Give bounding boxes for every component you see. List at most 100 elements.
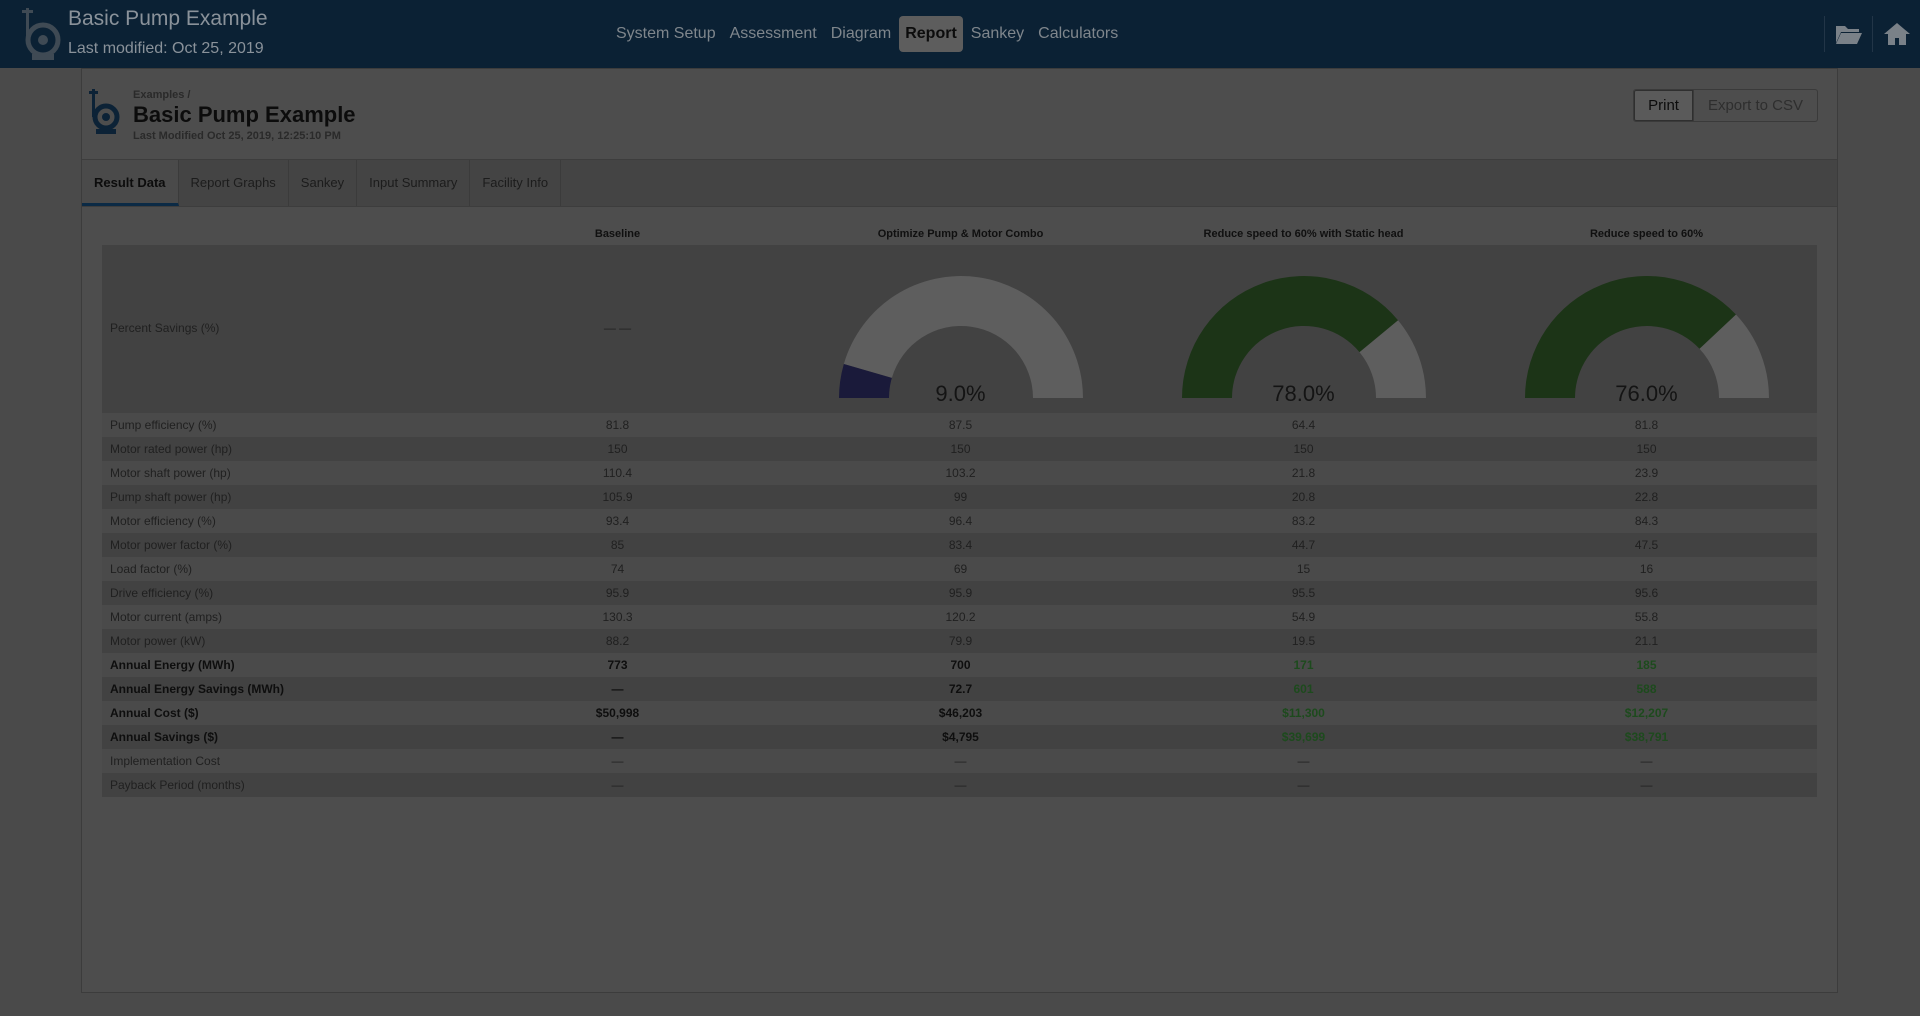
table-cell: 72.7 [948,682,973,696]
export-csv-button[interactable]: Export to CSV [1693,89,1818,122]
nav-diagram[interactable]: Diagram [825,16,897,52]
table-cell: 185 [1636,658,1657,672]
table-cell: $38,791 [1624,730,1669,744]
tab-facility-info[interactable]: Facility Info [470,160,562,206]
row-label: Motor power (kW) [110,634,206,648]
table-cell: 21.8 [1291,466,1316,480]
top-navbar: Basic Pump Example Last modified: Oct 25… [0,0,1920,68]
table-cell: 88.2 [605,634,630,648]
main-nav: System Setup Assessment Diagram Report S… [610,16,1124,52]
table-cell: 171 [1293,658,1314,672]
table-header-row: Baseline Optimize Pump & Motor Combo Red… [102,223,1817,245]
gauge-fill [1524,276,1736,398]
top-icons [1824,16,1920,52]
table-row: Pump shaft power (hp) 105.9 99 20.8 22.8 [102,485,1817,509]
table-cell: — [611,778,624,792]
table-cell: 19.5 [1291,634,1316,648]
table-cell: 54.9 [1291,610,1316,624]
home-icon[interactable] [1872,16,1920,52]
breadcrumb[interactable]: Examples / [133,89,190,101]
last-modified: Last Modified Oct 25, 2019, 12:25:10 PM [133,130,341,142]
tab-sankey[interactable]: Sankey [289,160,358,206]
nav-calculators[interactable]: Calculators [1032,16,1124,52]
print-button[interactable]: Print [1633,89,1694,122]
savings-gauge: 9.0% [789,273,1132,413]
table-cell: 95.6 [1634,586,1659,600]
table-cell: $46,203 [938,706,983,720]
row-label: Implementation Cost [110,754,221,768]
table-row: Implementation Cost — — — — [102,749,1817,773]
gauge-fill [1181,276,1398,398]
table-row: Annual Energy (MWh) 773 700 171 185 [102,653,1817,677]
table-cell: 81.8 [1634,418,1659,432]
gauge-value: 76.0% [1615,381,1678,406]
nav-assessment[interactable]: Assessment [724,16,823,52]
table-cell: 601 [1293,682,1314,696]
column-header: Baseline [594,228,641,240]
row-label: Drive efficiency (%) [110,586,214,600]
table-cell: — [1297,778,1310,792]
folder-open-icon[interactable] [1824,16,1872,52]
table-cell: — [611,682,624,696]
table-cell: — [1640,754,1653,768]
table-cell: 95.9 [605,586,630,600]
nav-report[interactable]: Report [899,16,963,52]
table-cell: 87.5 [948,418,973,432]
nav-system-setup[interactable]: System Setup [610,16,722,52]
table-cell: 105.9 [602,490,633,504]
table-row: Pump efficiency (%) 81.8 87.5 64.4 81.8 [102,413,1817,437]
table-cell: 79.9 [948,634,973,648]
table-cell: 150 [607,442,628,456]
table-row: Motor shaft power (hp) 110.4 103.2 21.8 23.9 [102,461,1817,485]
table-cell: 69 [953,562,968,576]
table-row: Annual Savings ($) — $4,795 $39,699 $38,791 [102,725,1817,749]
app-modified-date: Last modified: Oct 25, 2019 [68,40,264,57]
table-cell: 150 [1636,442,1657,456]
table-cell: 773 [607,658,628,672]
page-title: Basic Pump Example [133,102,356,127]
table-cell: 150 [950,442,971,456]
row-label: Motor efficiency (%) [110,514,216,528]
table-cell: $50,998 [595,706,640,720]
table-cell: $4,795 [942,730,979,744]
table-cell: 96.4 [948,514,973,528]
row-label: Pump shaft power (hp) [110,490,232,504]
column-header: Optimize Pump & Motor Combo [877,228,1044,240]
table-cell: $11,300 [1282,706,1325,720]
table-cell: 99 [953,490,968,504]
baseline-savings: — — [603,321,632,335]
row-label: Annual Energy Savings (MWh) [110,682,285,696]
row-label: Motor current (amps) [110,610,223,624]
column-header: Reduce speed to 60% [1589,228,1704,240]
table-row: Motor rated power (hp) 150 150 150 150 [102,437,1817,461]
results-table: Baseline Optimize Pump & Motor Combo Red… [102,223,1817,797]
table-cell: 55.8 [1634,610,1659,624]
table-cell: 130.3 [602,610,633,624]
table-cell: 93.4 [605,514,630,528]
table-cell: 83.2 [1291,514,1316,528]
table-cell: 16 [1639,562,1654,576]
table-cell: 20.8 [1291,490,1316,504]
table-cell: 64.4 [1291,418,1316,432]
tab-result-data[interactable]: Result Data [82,160,179,206]
tab-input-summary[interactable]: Input Summary [357,160,471,206]
nav-sankey[interactable]: Sankey [965,16,1030,52]
table-cell: $39,699 [1281,730,1326,744]
row-label: Annual Cost ($) [110,706,199,720]
report-actions: Print Export to CSV [1633,89,1818,122]
table-cell: 44.7 [1291,538,1316,552]
table-cell: 74 [610,562,625,576]
report-card: Examples / Basic Pump Example Last Modif… [81,68,1838,993]
table-cell: 700 [950,658,971,672]
row-label: Motor power factor (%) [110,538,233,552]
gauge-value: 9.0% [935,381,986,406]
table-row: Annual Cost ($) $50,998 $46,203 $11,300 $12,… [102,701,1817,725]
table-cell: — [1297,754,1310,768]
table-cell: 22.8 [1634,490,1659,504]
tab-report-graphs[interactable]: Report Graphs [179,160,289,206]
row-label: Percent Savings (%) [110,321,220,335]
savings-gauge: 78.0% [1132,273,1475,413]
pump-logo-icon[interactable] [18,4,64,64]
table-cell: 15 [1296,562,1311,576]
savings-gauge: 76.0% [1475,273,1818,413]
